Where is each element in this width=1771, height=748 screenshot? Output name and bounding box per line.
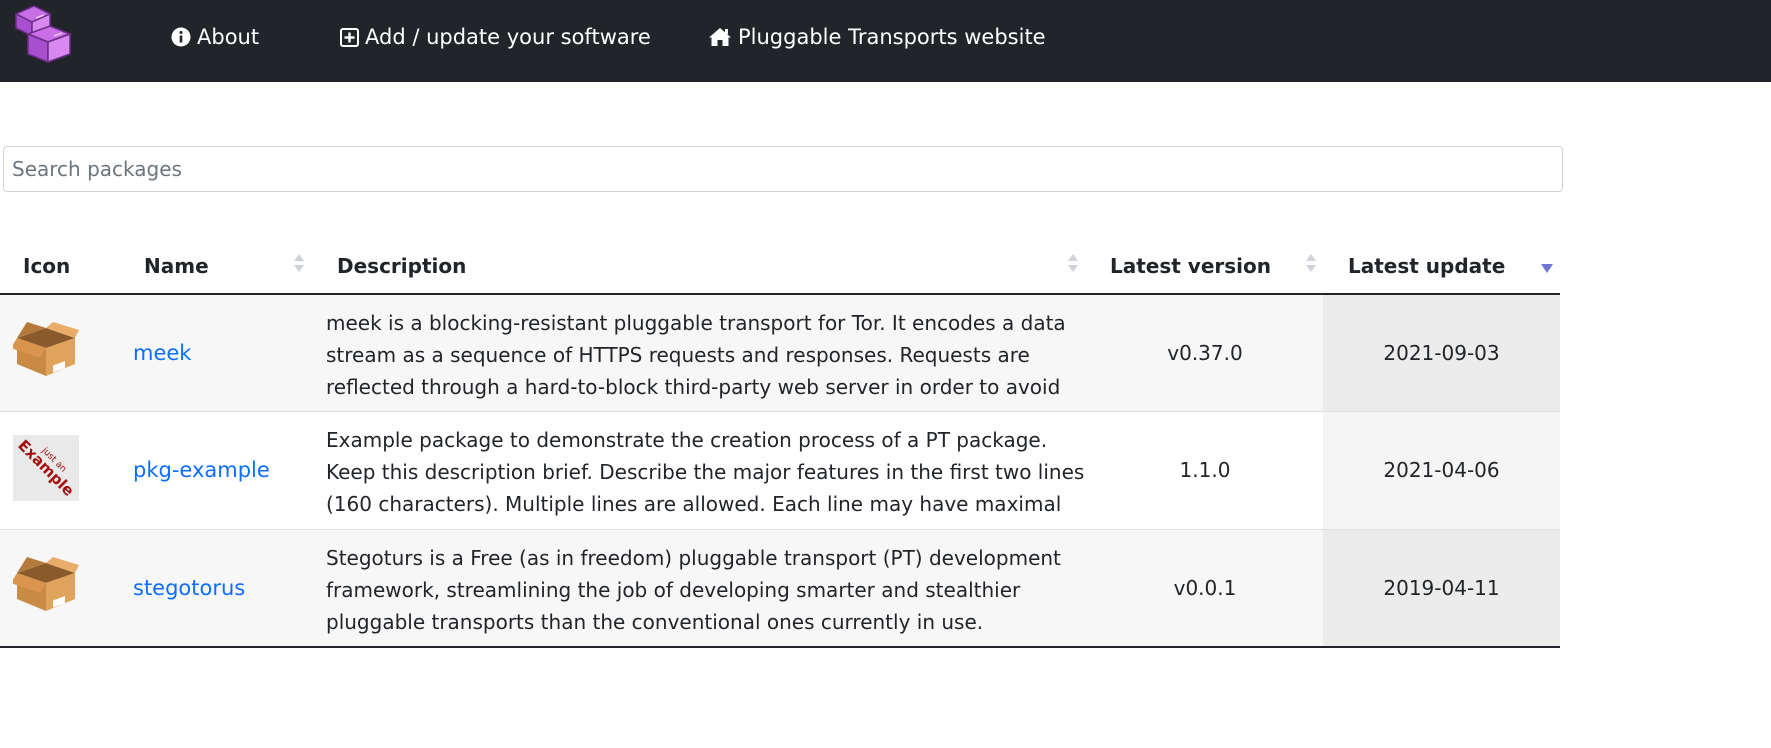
nav-pt-label: Pluggable Transports website <box>738 25 1046 49</box>
package-version: v0.0.1 <box>1173 576 1237 600</box>
example-badge-icon: just an Example <box>13 435 79 501</box>
sort-name-icon[interactable] <box>294 254 304 272</box>
column-header-version[interactable]: Latest version <box>1110 252 1271 280</box>
top-navbar: About Add / update your software Pluggab… <box>0 0 1771 82</box>
sort-version-icon[interactable] <box>1306 254 1316 272</box>
search-input[interactable] <box>3 146 1563 192</box>
package-updated: 2019-04-11 <box>1383 576 1500 600</box>
nav-about-label: About <box>197 25 260 49</box>
plus-square-icon <box>340 28 359 47</box>
column-header-name[interactable]: Name <box>144 252 209 280</box>
sort-description-icon[interactable] <box>1068 254 1078 272</box>
package-link-pkg-example[interactable]: pkg-example <box>133 455 270 485</box>
package-version: v0.37.0 <box>1167 341 1243 365</box>
column-header-icon: Icon <box>23 254 71 278</box>
home-icon <box>709 28 731 46</box>
column-header-description[interactable]: Description <box>337 252 466 280</box>
table-row: stegotorus Stegoturs is a Free (as in fr… <box>0 530 1560 647</box>
package-version: 1.1.0 <box>1179 458 1231 482</box>
nav-add-software[interactable]: Add / update your software <box>340 22 651 52</box>
package-link-meek[interactable]: meek <box>133 338 191 368</box>
table-row: meek meek is a blocking-resistant plugga… <box>0 295 1560 412</box>
package-link-stegotorus[interactable]: stegotorus <box>133 573 245 603</box>
logo-boxes-icon[interactable] <box>14 4 78 66</box>
package-updated: 2021-09-03 <box>1383 341 1500 365</box>
column-header-updated[interactable]: Latest update <box>1348 252 1505 280</box>
package-description: meek is a blocking-resistant pluggable t… <box>326 311 1066 399</box>
sort-descending-icon[interactable] <box>1541 264 1553 273</box>
package-description: Stegoturs is a Free (as in freedom) plug… <box>326 546 1061 634</box>
nav-pt-website[interactable]: Pluggable Transports website <box>708 22 1046 52</box>
package-updated: 2021-04-06 <box>1383 458 1500 482</box>
box-icon <box>13 322 79 376</box>
package-description: Example package to demonstrate the creat… <box>326 428 1085 516</box>
info-icon <box>171 27 191 47</box>
table-row: just an Example pkg-example Example pack… <box>0 412 1560 529</box>
nav-about[interactable]: About <box>171 22 259 52</box>
table-bottom-divider <box>0 646 1560 648</box>
box-icon <box>13 557 79 611</box>
nav-add-label: Add / update your software <box>365 25 651 49</box>
